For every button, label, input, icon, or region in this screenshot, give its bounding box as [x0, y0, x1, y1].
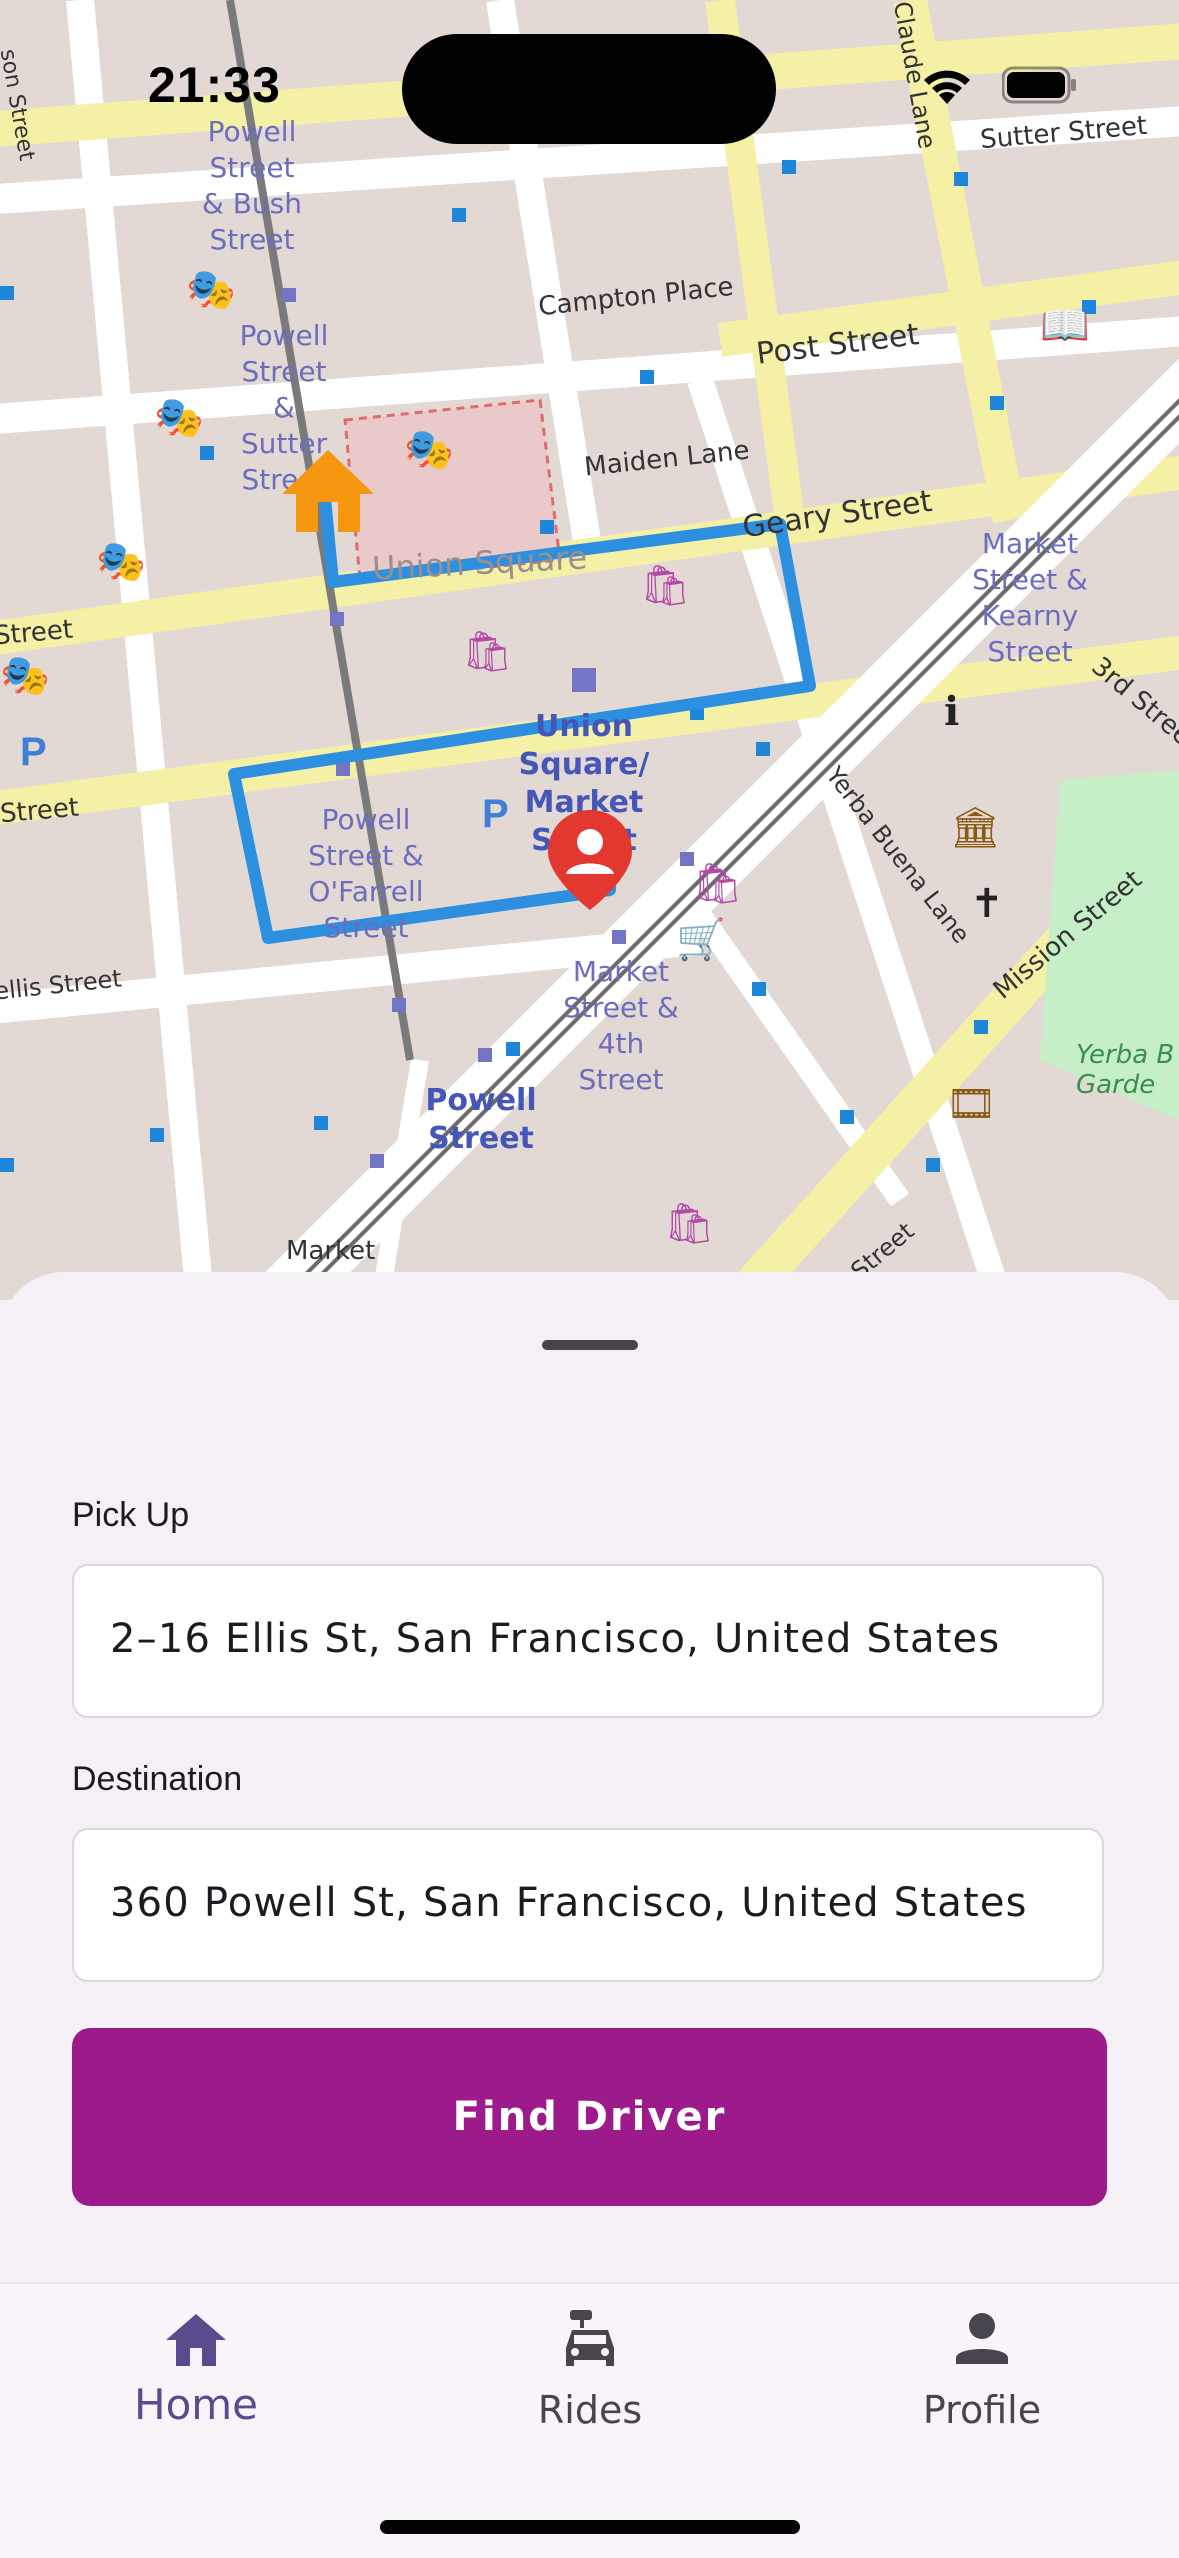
destination-field[interactable]: 360 Powell St, San Francisco, United Sta…	[72, 1828, 1104, 1982]
home-icon	[166, 2314, 226, 2366]
nav-label-profile: Profile	[922, 2388, 1042, 2432]
bottom-sheet: Pick Up 2–16 Ellis St, San Francisco, Un…	[0, 1272, 1179, 2282]
library-icon: 📖	[1040, 304, 1090, 348]
home-indicator[interactable]	[380, 2520, 800, 2534]
status-time: 21:33	[148, 57, 281, 113]
map-view[interactable]: Sutter Street Campton Place Post Street …	[0, 0, 1179, 1300]
theater-icon: 🎭	[404, 428, 454, 472]
stop-label-powell-ofarrell: Powell Street & O'Farrell Street	[308, 803, 424, 944]
stop-label-market-kearny: Market Street & Kearny Street	[972, 527, 1088, 668]
nav-item-home[interactable]: Home	[46, 2284, 346, 2484]
nav-label-home: Home	[133, 2380, 259, 2429]
home-marker-icon[interactable]	[278, 446, 378, 536]
shopping-icon: 🛍	[640, 564, 691, 608]
cart-icon: 🛒	[676, 918, 726, 962]
nav-item-rides[interactable]: Rides	[440, 2284, 740, 2484]
nav-label-rides: Rides	[537, 2388, 643, 2432]
church-icon: ✝	[970, 882, 1004, 926]
shopping-icon: 🛍	[664, 1202, 715, 1246]
parking-icon: P	[20, 730, 47, 774]
destination-value: 360 Powell St, San Francisco, United Sta…	[110, 1880, 1028, 1926]
theater-icon: 🎭	[186, 268, 236, 312]
car-icon	[566, 2310, 614, 2366]
place-label-yerba-garden: Yerba B Garde	[1076, 1040, 1175, 1100]
nav-item-profile[interactable]: Profile	[832, 2284, 1132, 2484]
dynamic-island	[402, 34, 776, 144]
shopping-icon: 🛍	[692, 862, 743, 906]
status-bar: 21:33	[0, 0, 1179, 170]
parking-icon: P	[482, 792, 509, 836]
person-icon	[956, 2313, 1008, 2364]
person-pin-icon[interactable]	[544, 808, 636, 912]
battery-icon	[1002, 66, 1076, 104]
theater-icon: 🎭	[154, 396, 204, 440]
stop-label-market-4th: Market Street & 4th Street	[563, 955, 679, 1096]
drag-handle[interactable]	[542, 1340, 638, 1350]
pickup-label: Pick Up	[72, 1496, 190, 1534]
info-icon: ℹ	[944, 690, 960, 734]
place-label-union-square: Union Square	[371, 538, 589, 588]
destination-label: Destination	[72, 1760, 243, 1798]
museum-icon: 🏛	[950, 806, 1001, 850]
cinema-icon: 🎞	[946, 1082, 997, 1126]
shopping-icon: 🛍	[462, 630, 513, 674]
pickup-value: 2–16 Ellis St, San Francisco, United Sta…	[110, 1616, 1001, 1662]
theater-icon: 🎭	[0, 654, 50, 698]
district-label-powell: Powell Street	[425, 1083, 537, 1156]
theater-icon: 🎭	[96, 540, 146, 584]
map-label-market: Market	[286, 1236, 376, 1266]
pickup-field[interactable]: 2–16 Ellis St, San Francisco, United Sta…	[72, 1564, 1104, 1718]
find-driver-button[interactable]: Find Driver	[72, 2028, 1107, 2206]
wifi-icon	[924, 70, 970, 104]
bottom-nav-bar: Home Rides Profile	[0, 2282, 1179, 2558]
